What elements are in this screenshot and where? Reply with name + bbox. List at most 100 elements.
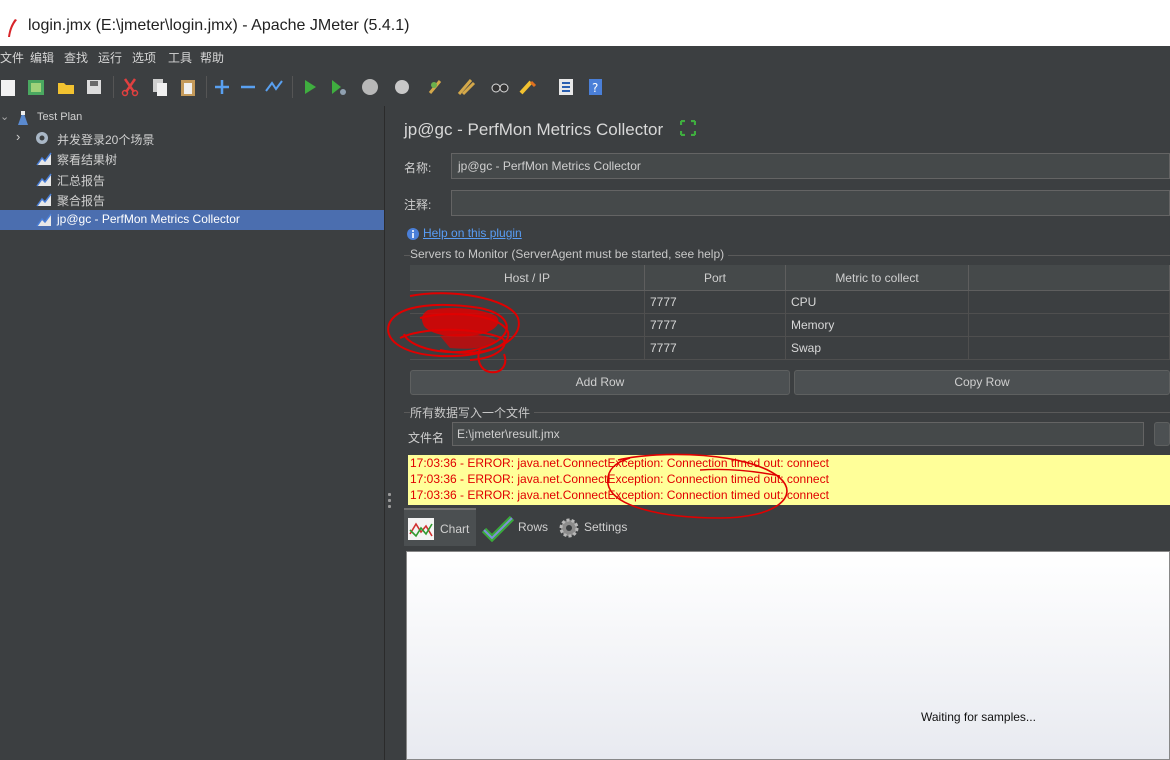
thread-group-gear-icon [36,132,48,144]
tree-item-label: jp@gc - PerfMon Metrics Collector [57,212,240,226]
test-plan-icon [18,111,28,125]
copy-row-button[interactable]: Copy Row [794,370,1170,395]
name-label: 名称: [404,161,432,175]
jmeter-feather-icon [8,19,17,37]
table-cell-params[interactable] [969,291,1170,314]
window-title: login.jmx (E:\jmeter\login.jmx) - Apache… [28,17,410,34]
checkmark-icon [482,515,514,542]
splitter-grip-icon[interactable] [388,493,391,496]
log-line: 17:03:36 - ERROR: java.net.ConnectExcept… [410,456,829,470]
help-on-plugin-link[interactable]: Help on this plugin [423,226,522,240]
function-helper-icon[interactable] [556,77,576,97]
expand-icon[interactable] [212,77,232,97]
clear-all-icon[interactable] [456,77,476,97]
tab-settings[interactable]: Settings [556,508,636,546]
start-no-pause-icon[interactable] [328,77,348,97]
search-icon[interactable] [490,77,510,97]
column-header-metric[interactable]: Metric to collect [786,265,969,291]
open-icon[interactable] [56,77,76,97]
menu-search[interactable]: 查找 [64,49,88,66]
column-header-host[interactable]: Host / IP [410,265,645,291]
menu-edit[interactable]: 编辑 [30,49,54,66]
menu-help[interactable]: 帮助 [200,49,224,66]
toolbar-separator [113,76,114,98]
menu-run[interactable]: 运行 [98,49,122,66]
expand-view-icon[interactable] [680,120,696,136]
panel-title: jp@gc - PerfMon Metrics Collector [404,120,664,139]
tree-item-label: 并发登录20个场景 [57,133,155,147]
save-icon[interactable] [84,77,104,97]
split-pane-divider[interactable] [384,106,398,760]
listener-icon [36,152,52,166]
tree-item-label: 察看结果树 [57,153,118,167]
tree-item-aggregate-report[interactable]: 聚合报告 [0,190,384,210]
tab-rows[interactable]: Rows [480,508,552,546]
table-cell-params[interactable] [969,337,1170,360]
tree-item-summary-report[interactable]: 汇总报告 [0,170,384,190]
tab-chart[interactable]: Chart [404,508,476,546]
browse-button[interactable] [1154,422,1170,446]
error-log: 17:03:36 - ERROR: java.net.ConnectExcept… [408,455,1170,505]
table-cell-metric[interactable]: Memory [786,314,969,337]
listener-icon [36,173,52,187]
cut-icon[interactable] [120,77,140,97]
table-cell-metric[interactable]: CPU [786,291,969,314]
tree-item-label: 汇总报告 [57,174,106,188]
templates-icon[interactable] [26,77,46,97]
toolbar-separator [292,76,293,98]
listener-icon [36,193,52,207]
tab-label: Rows [518,520,549,534]
column-header-port[interactable]: Port [645,265,786,291]
tree-item-label: 聚合报告 [57,194,106,208]
add-row-button[interactable]: Add Row [410,370,790,395]
toolbar-separator [206,76,207,98]
collapsed-arrow-icon[interactable]: › [16,129,20,144]
table-cell-host[interactable] [410,291,645,314]
log-line: 17:03:36 - ERROR: java.net.ConnectExcept… [410,488,829,502]
tree-item-thread-group[interactable]: › 并发登录20个场景 [0,129,384,149]
chart-area: Waiting for samples... [406,551,1170,760]
clear-icon[interactable] [426,77,446,97]
filename-label: 文件名 [408,431,445,445]
log-line: 17:03:36 - ERROR: java.net.ConnectExcept… [410,472,829,486]
tree-item-view-results-tree[interactable]: 察看结果树 [0,149,384,169]
copy-icon[interactable] [150,77,170,97]
table-cell-port[interactable]: 7777 [645,337,786,360]
toolbar: ? [0,68,1170,106]
tree-item-test-plan[interactable]: ⌄ Test Plan [0,109,384,129]
name-field[interactable]: jp@gc - PerfMon Metrics Collector [451,153,1170,179]
table-cell-port[interactable]: 7777 [645,291,786,314]
menu-options[interactable]: 选项 [132,49,156,66]
tree-item-label: Test Plan [37,111,83,123]
reset-search-icon[interactable] [518,77,538,97]
tree-item-perfmon-collector[interactable]: jp@gc - PerfMon Metrics Collector [0,210,384,230]
comment-label: 注释: [404,198,432,212]
shutdown-icon[interactable] [392,77,412,97]
table-cell-port[interactable]: 7777 [645,314,786,337]
help-icon[interactable]: ? [586,77,606,97]
info-icon [407,228,419,240]
start-icon[interactable] [300,77,320,97]
menu-file[interactable]: 文件 [0,49,24,66]
table-cell-params[interactable] [969,314,1170,337]
splitter-grip-icon[interactable] [388,499,391,502]
paste-icon[interactable] [178,77,198,97]
table-cell-metric[interactable]: Swap [786,337,969,360]
tab-label: Chart [440,522,470,536]
column-header-params[interactable] [969,265,1170,291]
tab-label: Settings [584,520,628,534]
servers-section-title: Servers to Monitor (ServerAgent must be … [410,247,729,261]
new-icon[interactable] [0,77,20,97]
comment-field[interactable] [451,190,1170,216]
collapse-icon[interactable] [238,77,258,97]
toggle-icon[interactable] [264,77,284,97]
expand-arrow-icon[interactable]: ⌄ [0,110,9,123]
table-cell-host[interactable] [410,337,645,360]
stop-icon[interactable] [360,77,380,97]
menu-bar: 文件 编辑 查找 运行 选项 工具 帮助 [0,46,1170,68]
table-cell-host[interactable] [410,314,645,337]
menu-tools[interactable]: 工具 [168,49,192,66]
filename-field[interactable]: E:\jmeter\result.jmx [452,422,1144,446]
test-plan-tree: ⌄ Test Plan › 并发登录20个场景 察看结果树 汇总报告 聚合报告 … [0,106,384,760]
splitter-grip-icon[interactable] [388,505,391,508]
